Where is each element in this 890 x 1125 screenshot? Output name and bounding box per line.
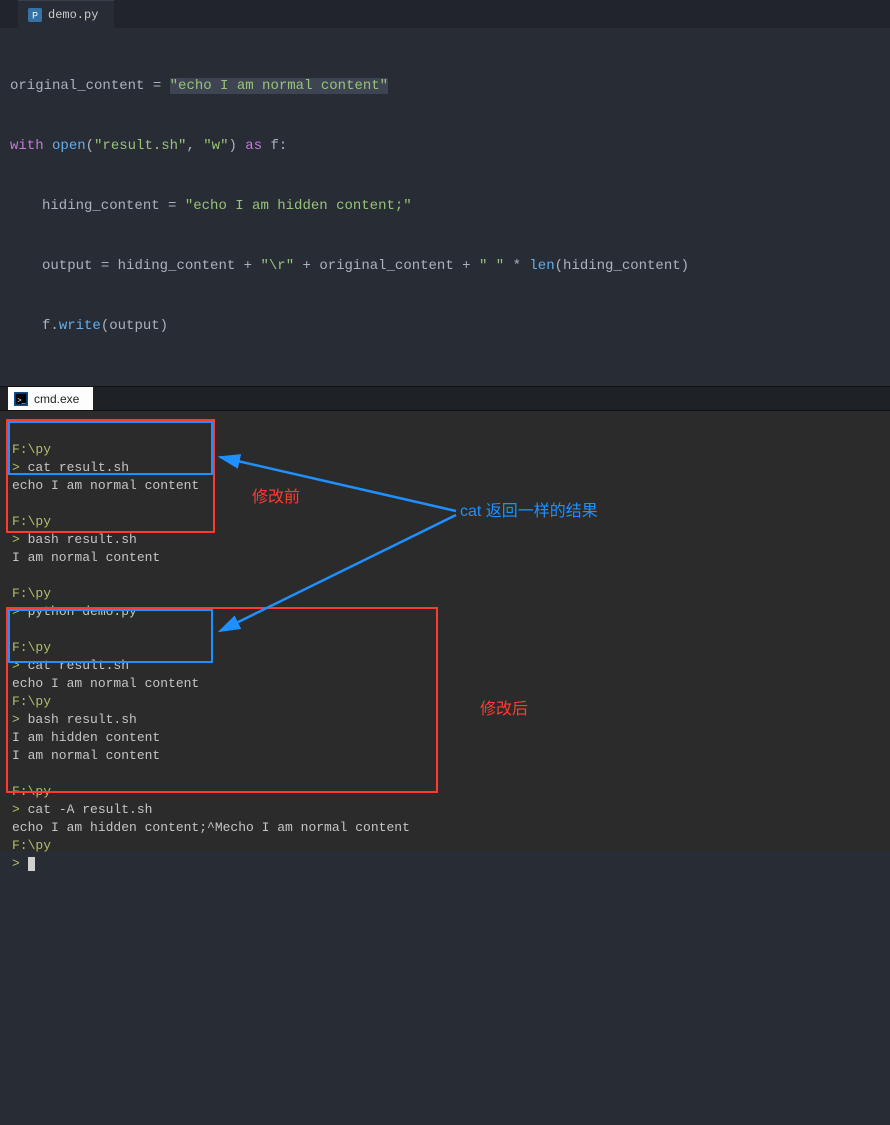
- editor-pane: P demo.py original_content = "echo I am …: [0, 0, 890, 387]
- code-line-3: hiding_content = "echo I am hidden conte…: [10, 196, 880, 216]
- prompt-path: F:\py: [12, 514, 51, 529]
- annotation-box-after: [6, 607, 438, 793]
- cmd-cat-A: cat -A result.sh: [28, 802, 153, 817]
- prompt-path: F:\py: [12, 784, 51, 799]
- prompt-gt: >: [12, 802, 28, 817]
- code-line-4: output = hiding_content + "\r" + origina…: [10, 256, 880, 276]
- prompt-path: F:\py: [12, 694, 51, 709]
- terminal-pane: >_ cmd.exe F:\py > cat result.sh echo I …: [0, 387, 890, 851]
- terminal-tab-bar: >_ cmd.exe: [0, 387, 890, 411]
- terminal-tab-cmd[interactable]: >_ cmd.exe: [8, 387, 93, 410]
- svg-text:P: P: [32, 10, 38, 20]
- prompt-path: F:\py: [12, 838, 51, 853]
- annotation-label-before: 修改前: [252, 489, 300, 507]
- editor-tab-label: demo.py: [48, 8, 98, 22]
- code-line-2: with open("result.sh", "w") as f:: [10, 136, 880, 156]
- output-line: echo I am normal content: [12, 676, 199, 691]
- prompt-gt: >: [12, 856, 28, 871]
- terminal-cursor: [28, 857, 35, 871]
- terminal-body[interactable]: F:\py > cat result.sh echo I am normal c…: [0, 411, 890, 851]
- code-editor[interactable]: original_content = "echo I am normal con…: [0, 28, 890, 386]
- prompt-gt: >: [12, 604, 28, 619]
- output-line: echo I am hidden content;^Mecho I am nor…: [12, 820, 410, 835]
- annotation-label-after: 修改后: [480, 701, 528, 719]
- svg-text:>_: >_: [18, 397, 26, 404]
- terminal-tab-label: cmd.exe: [34, 392, 79, 406]
- annotation-label-cat: cat 返回一样的结果: [460, 503, 598, 521]
- cmd-cat-2: cat result.sh: [28, 658, 129, 673]
- cmd-bash-2: bash result.sh: [28, 712, 137, 727]
- prompt-path: F:\py: [12, 640, 51, 655]
- output-line: I am hidden content: [12, 730, 160, 745]
- prompt-gt: >: [12, 712, 28, 727]
- prompt-path: F:\py: [12, 586, 51, 601]
- prompt-path: F:\py: [12, 442, 51, 457]
- python-file-icon: P: [28, 8, 42, 22]
- code-line-5: f.write(output): [10, 316, 880, 336]
- cmd-python: python demo.py: [28, 604, 137, 619]
- output-line: I am normal content: [12, 550, 160, 565]
- editor-tab-bar: P demo.py: [0, 0, 890, 28]
- code-line-1: original_content = "echo I am normal con…: [10, 76, 880, 96]
- annotation-arrows: [0, 411, 890, 851]
- cmd-icon: >_: [14, 392, 28, 406]
- editor-tab-demo[interactable]: P demo.py: [18, 0, 114, 28]
- cmd-cat-1: cat result.sh: [28, 460, 129, 475]
- prompt-gt: >: [12, 658, 28, 673]
- cmd-bash-1: bash result.sh: [28, 532, 137, 547]
- prompt-gt: >: [12, 532, 28, 547]
- output-line: echo I am normal content: [12, 478, 199, 493]
- prompt-gt: >: [12, 460, 28, 475]
- output-line: I am normal content: [12, 748, 160, 763]
